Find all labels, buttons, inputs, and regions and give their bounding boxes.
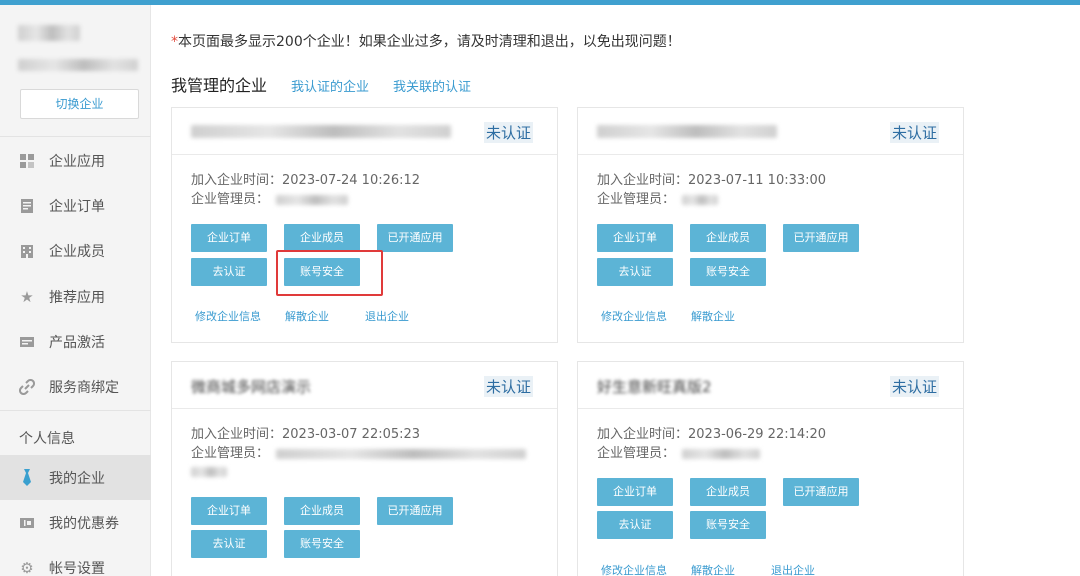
sidebar-item-my-enterprise[interactable]: 我的企业 [0,455,151,500]
opened-apps-button[interactable]: 已开通应用 [377,497,453,525]
enterprise-card: 好生意新旺真版2 未认证 加入企业时间：2023-06-29 22:14:20 … [577,361,964,576]
sidebar-item-label: 企业应用 [49,153,105,170]
admin-name-blurred [276,449,526,459]
card-header: 未认证 [172,108,557,155]
sidebar-item-provider-binding[interactable]: 服务商绑定 [0,364,151,409]
account-security-button[interactable]: 账号安全 [690,511,766,539]
enterprise-members-button[interactable]: 企业成员 [284,497,360,525]
enterprise-name-blurred: 微商城多网店演示 [191,378,312,396]
sidebar-item-label: 企业成员 [49,243,105,260]
tab-verified-enterprises[interactable]: 我认证的企业 [291,76,369,95]
verify-button[interactable]: 去认证 [191,258,267,286]
opened-apps-button[interactable]: 已开通应用 [783,478,859,506]
enterprise-members-button[interactable]: 企业成员 [284,224,360,252]
enterprise-members-button[interactable]: 企业成员 [690,224,766,252]
exit-enterprise-link[interactable]: 退出企业 [771,562,815,576]
sidebar-item-label: 推荐应用 [49,289,105,306]
admin-label: 企业管理员： [597,192,676,207]
status-badge: 未认证 [483,376,533,397]
enterprise-card: 未认证 加入企业时间：2023-07-24 10:26:12 企业管理员： 企业… [171,107,558,343]
star-icon: ★ [20,287,34,306]
enterprise-orders-button[interactable]: 企业订单 [597,224,673,252]
dissolve-enterprise-link[interactable]: 解散企业 [285,308,329,324]
card-header: 未认证 [578,108,963,155]
status-badge: 未认证 [889,376,939,397]
join-time: 加入企业时间：2023-03-07 22:05:23 [191,427,421,442]
dissolve-enterprise-link[interactable]: 解散企业 [691,562,735,576]
opened-apps-button[interactable]: 已开通应用 [377,224,453,252]
tab-managed-enterprises[interactable]: 我管理的企业 [171,72,267,96]
notice-asterisk: * [171,34,178,50]
join-time: 加入企业时间：2023-06-29 22:14:20 [597,427,827,442]
coupon-icon [18,514,36,532]
join-time: 加入企业时间：2023-07-24 10:26:12 [191,173,421,188]
grid-icon [18,152,36,170]
enterprise-name-blurred: 好生意新旺真版2 [597,378,712,396]
sidebar-item-enterprise-members[interactable]: 企业成员 [0,228,151,273]
sidebar-item-my-coupons[interactable]: 我的优惠券 [0,500,151,545]
sidebar-item-enterprise-apps[interactable]: 企业应用 [0,138,151,183]
enterprise-orders-button[interactable]: 企业订单 [597,478,673,506]
enterprise-members-button[interactable]: 企业成员 [690,478,766,506]
enterprise-card: 微商城多网店演示 未认证 加入企业时间：2023-03-07 22:05:23 … [171,361,558,576]
section-label-personal-info: 个人信息 [19,431,75,447]
highlight-box [276,250,383,296]
sidebar-item-label: 我的企业 [49,470,105,487]
enterprise-orders-button[interactable]: 企业订单 [191,497,267,525]
sidebar-item-product-activation[interactable]: 产品激活 [0,319,151,364]
enterprise-orders-button[interactable]: 企业订单 [191,224,267,252]
sidebar-divider [0,136,151,137]
edit-enterprise-info-link[interactable]: 修改企业信息 [601,308,667,324]
admin-name-blurred [682,449,760,459]
sidebar: 切换企业 企业应用 企业订单 企业成员 ★ 推荐应用 产品激活 服务商绑定 个人… [0,5,151,576]
enterprise-name-blurred [191,125,451,138]
admin-label: 企业管理员： [191,446,270,461]
exit-enterprise-link[interactable]: 退出企业 [365,308,409,324]
admin-name-blurred [682,195,718,205]
enterprise-logo-blurred [18,25,80,41]
edit-enterprise-info-link[interactable]: 修改企业信息 [195,308,261,324]
status-badge: 未认证 [889,122,939,143]
account-security-button[interactable]: 账号安全 [690,258,766,286]
link-icon [18,378,36,396]
dissolve-enterprise-link[interactable]: 解散企业 [691,308,735,324]
sidebar-item-label: 我的优惠券 [49,515,119,532]
status-badge: 未认证 [483,122,533,143]
sidebar-item-enterprise-orders[interactable]: 企业订单 [0,183,151,228]
sidebar-item-label: 帐号设置 [49,560,105,576]
admin-label: 企业管理员： [191,192,270,207]
verify-button[interactable]: 去认证 [597,511,673,539]
verify-button[interactable]: 去认证 [597,258,673,286]
notice-text: 本页面最多显示200个企业！如果企业过多，请及时清理和退出，以免出现问题！ [178,34,681,50]
enterprise-name-blurred [597,125,777,138]
opened-apps-button[interactable]: 已开通应用 [783,224,859,252]
document-icon [18,197,36,215]
sidebar-item-label: 企业订单 [49,198,105,215]
page-notice: *本页面最多显示200个企业！如果企业过多，请及时清理和退出，以免出现问题！ [171,31,681,51]
tie-icon [18,468,36,487]
enterprise-name-blurred [18,59,138,71]
verify-button[interactable]: 去认证 [191,530,267,558]
tab-linked-verifications[interactable]: 我关联的认证 [393,76,471,95]
sidebar-item-label: 服务商绑定 [49,379,119,396]
card-header: 好生意新旺真版2 未认证 [578,362,963,409]
sidebar-item-recommended-apps[interactable]: ★ 推荐应用 [0,274,151,319]
sidebar-divider [0,410,151,411]
account-security-button[interactable]: 账号安全 [284,530,360,558]
admin-name-blurred [191,467,227,477]
card-icon [18,333,36,351]
sidebar-item-account-settings[interactable]: ⚙ 帐号设置 [0,545,151,576]
top-accent-bar [0,0,1080,5]
tab-bar: 我管理的企业 我认证的企业 我关联的认证 [171,72,495,96]
join-time: 加入企业时间：2023-07-11 10:33:00 [597,173,827,188]
edit-enterprise-info-link[interactable]: 修改企业信息 [601,562,667,576]
card-header: 微商城多网店演示 未认证 [172,362,557,409]
building-icon [18,242,36,260]
sidebar-item-label: 产品激活 [49,334,105,351]
switch-enterprise-button[interactable]: 切换企业 [20,89,139,119]
gear-icon: ⚙ [20,558,34,576]
enterprise-card: 未认证 加入企业时间：2023-07-11 10:33:00 企业管理员： 企业… [577,107,964,343]
admin-label: 企业管理员： [597,446,676,461]
admin-name-blurred [276,195,348,205]
